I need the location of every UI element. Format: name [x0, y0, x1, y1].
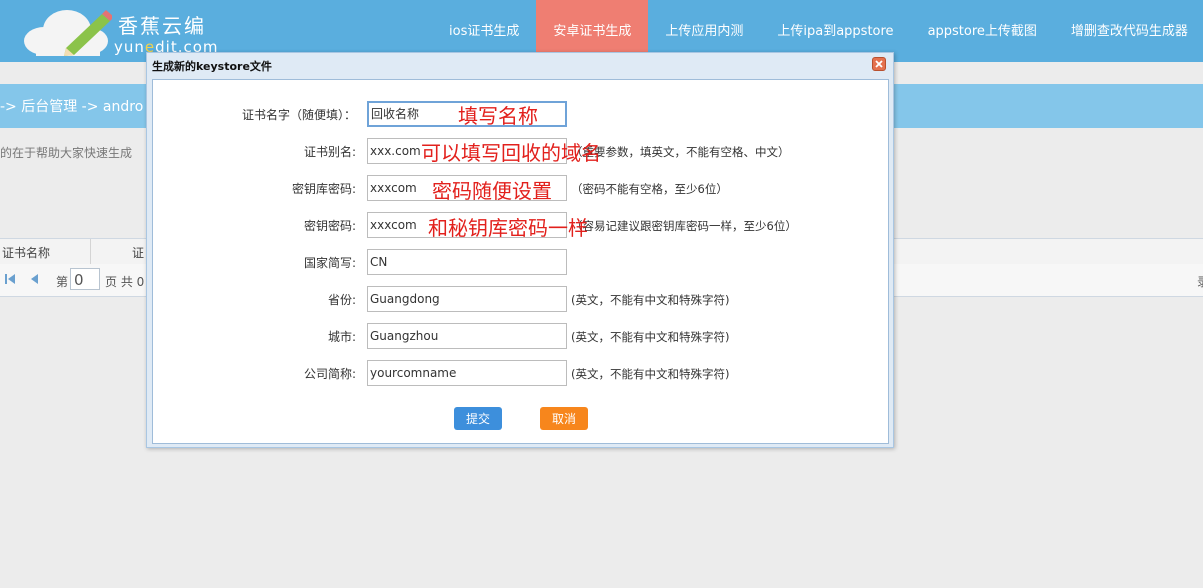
city-input[interactable]: Guangzhou [367, 323, 567, 349]
form-row-key-password: 密钥密码: xxxcom （容易记建议跟密钥库密码一样，至少6位） [153, 212, 890, 238]
key-password-input[interactable]: xxxcom [367, 212, 567, 238]
page-total-label: 页 共 0 [105, 275, 145, 289]
country-input[interactable]: CN [367, 249, 567, 275]
form-row-city: 城市: Guangzhou (英文，不能有中文和特殊字符) [153, 323, 890, 349]
form-row-store-password: 密钥库密码: xxxcom （密码不能有空格，至少6位） [153, 175, 890, 201]
first-page-icon[interactable] [4, 273, 16, 285]
close-icon[interactable] [872, 57, 886, 71]
grid-col-divider [90, 239, 91, 265]
page-label: 第 [56, 275, 69, 289]
company-hint: (英文，不能有中文和特殊字符) [571, 367, 730, 381]
alias-label: 证书别名: [303, 145, 356, 159]
key-password-label: 密钥密码: [303, 219, 356, 233]
store-password-input[interactable]: xxxcom [367, 175, 567, 201]
province-label: 省份: [327, 293, 356, 307]
company-input[interactable]: yourcomname [367, 360, 567, 386]
dialog-form: 证书名字（随便填）： 回收名称 证书别名: xxx.com （重要参数，填英文，… [152, 79, 889, 444]
grid-col-second[interactable]: 证 [132, 244, 144, 261]
city-hint: (英文，不能有中文和特殊字符) [571, 330, 730, 344]
prev-page-icon[interactable] [28, 273, 40, 285]
store-password-hint: （密码不能有空格，至少6位） [571, 182, 728, 196]
brand-title: 香蕉云编 [118, 14, 206, 38]
alias-input[interactable]: xxx.com [367, 138, 567, 164]
province-hint: (英文，不能有中文和特殊字符) [571, 293, 730, 307]
grid-col-cert-name[interactable]: 证书名称 [2, 244, 50, 261]
key-password-hint: （容易记建议跟密钥库密码一样，至少6位） [571, 219, 797, 233]
form-row-alias: 证书别名: xxx.com （重要参数，填英文，不能有空格、中文） [153, 138, 890, 164]
nav-item-crud-generator[interactable]: 增删查改代码生成器 [1054, 0, 1203, 62]
country-label: 国家简写: [303, 256, 356, 270]
brand-logo[interactable]: 香蕉云编 yunedit.com [22, 4, 222, 56]
record-count-label: 录 [1197, 273, 1203, 290]
province-input[interactable]: Guangdong [367, 286, 567, 312]
city-label: 城市: [327, 330, 356, 344]
submit-button[interactable]: 提交 [454, 407, 502, 430]
cert-name-input[interactable]: 回收名称 [367, 101, 567, 127]
cancel-button[interactable]: 取消 [540, 407, 588, 430]
form-row-country: 国家简写: CN [153, 249, 890, 275]
form-row-province: 省份: Guangdong (英文，不能有中文和特殊字符) [153, 286, 890, 312]
form-row-company: 公司简称: yourcomname (英文，不能有中文和特殊字符) [153, 360, 890, 386]
intro-text: 的在于帮助大家快速生成 [0, 146, 133, 160]
dialog-title: 生成新的keystore文件 [152, 60, 272, 73]
page-number-input[interactable]: 0 [70, 268, 100, 290]
cloud-pencil-logo-icon [24, 10, 112, 56]
cert-name-label: 证书名字（随便填）： [241, 108, 356, 122]
breadcrumb: -> 后台管理 -> andro [0, 99, 144, 115]
store-password-label: 密钥库密码: [291, 182, 356, 196]
company-label: 公司简称: [303, 367, 356, 381]
form-row-cert-name: 证书名字（随便填）： 回收名称 [153, 101, 890, 127]
keystore-dialog: 生成新的keystore文件 证书名字（随便填）： 回收名称 证书别名: xxx… [146, 52, 894, 448]
alias-hint: （重要参数，填英文，不能有空格、中文） [571, 145, 790, 159]
brand-domain-part: yun [114, 38, 145, 56]
nav-item-appstore-screenshots[interactable]: appstore上传截图 [911, 0, 1054, 62]
